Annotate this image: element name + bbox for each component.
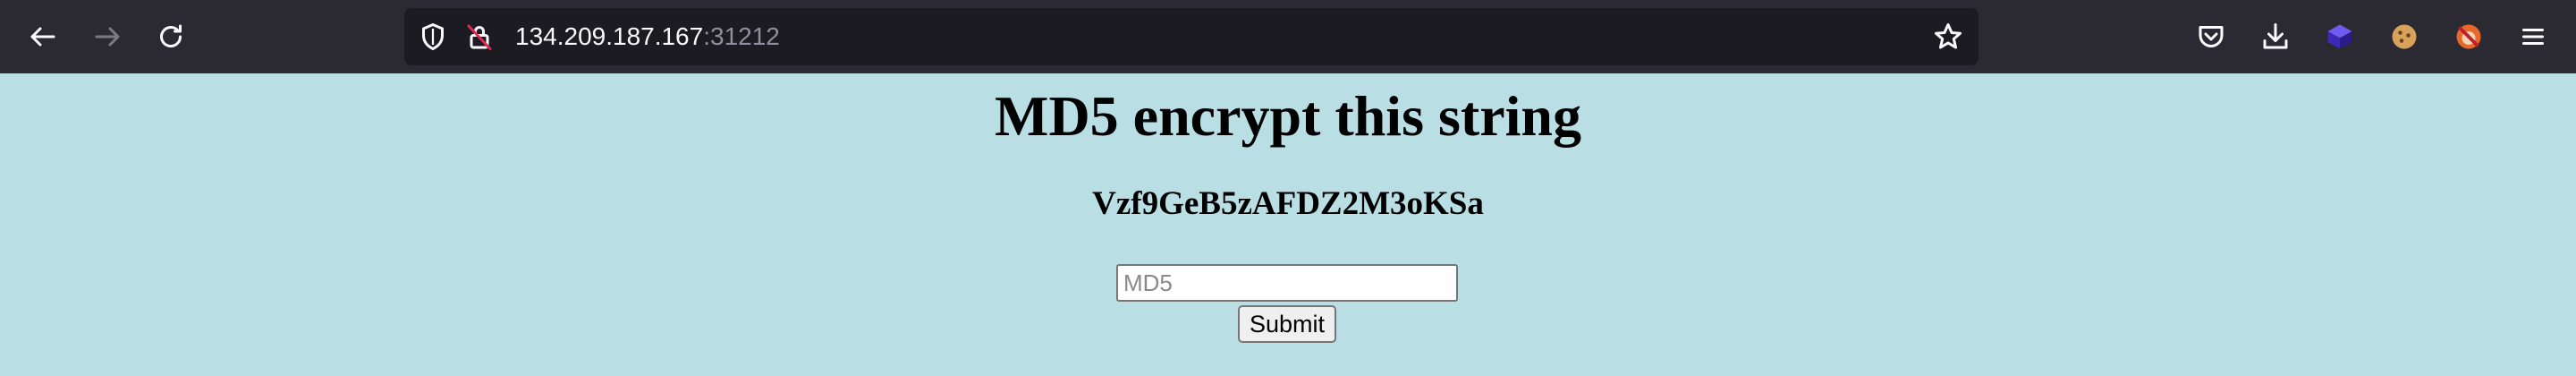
back-arrow-icon — [30, 27, 55, 47]
url-port: :31212 — [703, 22, 780, 50]
forward-arrow-icon — [95, 27, 120, 47]
url-host: 134.209.187.167 — [515, 22, 704, 50]
star-icon[interactable] — [1932, 21, 1964, 53]
challenge-string: Vzf9GeB5zAFDZ2M3oKSa — [1092, 185, 1484, 222]
page-title: MD5 encrypt this string — [995, 84, 1581, 148]
menu-button[interactable] — [2512, 15, 2555, 58]
submit-button[interactable]: Submit — [1238, 305, 1336, 343]
extension-button-1[interactable] — [2318, 15, 2361, 58]
md5-input[interactable] — [1116, 264, 1458, 302]
hamburger-menu-icon — [2522, 29, 2544, 45]
extension-cube-icon — [2327, 24, 2352, 49]
downloads-button[interactable] — [2254, 15, 2297, 58]
cookie-icon — [2392, 24, 2417, 49]
extension-fox-icon — [2456, 24, 2481, 49]
address-bar[interactable]: 134.209.187.167:31212 — [404, 8, 1979, 65]
pocket-button[interactable] — [2190, 15, 2233, 58]
browser-toolbar: 134.209.187.167:31212 — [0, 0, 2576, 73]
pocket-icon — [2199, 26, 2224, 47]
download-icon — [2263, 23, 2288, 49]
page-content: MD5 encrypt this string Vzf9GeB5zAFDZ2M3… — [0, 73, 2576, 376]
url-text[interactable]: 134.209.187.167:31212 — [515, 8, 780, 65]
reload-button[interactable] — [149, 15, 192, 58]
reload-icon — [160, 24, 182, 47]
extension-button-2[interactable] — [2383, 15, 2426, 58]
shield-icon[interactable] — [417, 21, 449, 53]
forward-button[interactable] — [86, 15, 129, 58]
insecure-lock-icon[interactable] — [463, 21, 496, 53]
extension-button-3[interactable] — [2447, 15, 2490, 58]
back-button[interactable] — [21, 15, 64, 58]
